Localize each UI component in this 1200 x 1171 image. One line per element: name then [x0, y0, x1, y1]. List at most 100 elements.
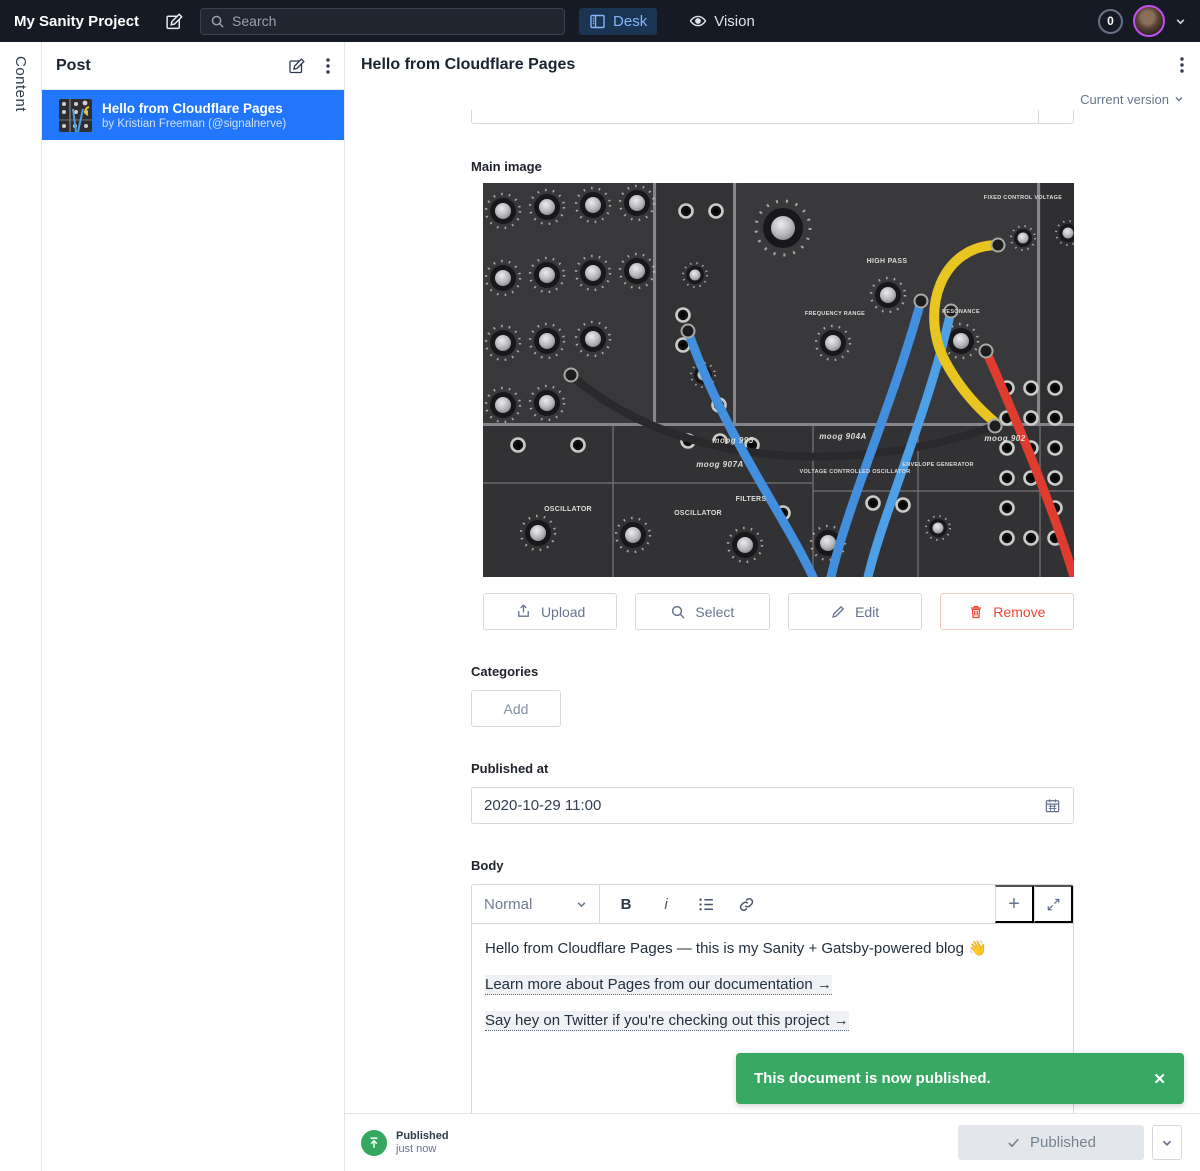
publish-status-title: Published	[396, 1130, 449, 1143]
add-category-button[interactable]: Add	[471, 690, 561, 727]
check-icon	[1006, 1135, 1021, 1150]
bullet-list-icon	[698, 896, 715, 913]
search-bar[interactable]	[200, 8, 565, 35]
upload-button-label: Upload	[541, 604, 585, 620]
body-label: Body	[471, 858, 1074, 873]
tab-desk[interactable]: Desk	[579, 8, 657, 35]
close-icon: ✕	[1153, 1071, 1166, 1088]
remove-button-label: Remove	[993, 604, 1045, 620]
photo-label: OSCILLATOR	[544, 506, 592, 513]
body-link-twitter[interactable]: Say hey on Twitter if you're checking ou…	[485, 1011, 849, 1031]
edit-button-label: Edit	[855, 604, 879, 620]
search-input[interactable]	[232, 13, 555, 29]
photo-label: FIXED CONTROL VOLTAGE	[984, 195, 1062, 201]
document-header: Hello from Cloudflare Pages	[345, 42, 1200, 88]
tab-vision[interactable]: Vision	[679, 7, 765, 35]
link-icon	[738, 896, 755, 913]
slug-generate-cell[interactable]	[1038, 110, 1073, 123]
published-button-label: Published	[1030, 1134, 1096, 1151]
trash-icon	[968, 604, 984, 620]
upload-icon	[515, 603, 532, 620]
main-image-label: Main image	[471, 159, 1074, 174]
photo-label: VOLTAGE CONTROLLED OSCILLATOR	[800, 469, 911, 475]
photo-label: moog 904A	[819, 432, 867, 441]
published-at-input[interactable]	[484, 797, 1044, 814]
style-select-value: Normal	[484, 896, 532, 913]
italic-button[interactable]: i	[646, 885, 686, 923]
bold-button[interactable]: B	[606, 885, 646, 923]
body-editor-content[interactable]: Hello from Cloudflare Pages — this is my…	[472, 924, 1073, 1033]
pencil-icon	[830, 604, 846, 620]
presence-count-badge[interactable]: 0	[1098, 9, 1123, 34]
kebab-menu-icon	[1180, 57, 1184, 73]
document-list-pane: Post Hello from Cloudflare Pages	[42, 42, 345, 1171]
calendar-button[interactable]	[1044, 797, 1061, 814]
compose-icon	[288, 57, 306, 75]
edit-button[interactable]: Edit	[788, 593, 922, 630]
select-button[interactable]: Select	[635, 593, 769, 630]
toast-close-button[interactable]: ✕	[1153, 1069, 1166, 1088]
chevron-down-icon	[1161, 1137, 1173, 1149]
kebab-menu-icon	[326, 58, 330, 74]
chevron-down-icon	[1174, 94, 1184, 104]
compose-icon	[165, 12, 184, 31]
calendar-icon	[1044, 797, 1061, 814]
expand-icon	[1046, 897, 1061, 912]
list-pane-header: Post	[42, 42, 344, 90]
document-footer: Published just now Published	[345, 1113, 1200, 1171]
eye-icon	[689, 12, 707, 30]
upload-button[interactable]: Upload	[483, 593, 617, 630]
new-document-button[interactable]	[165, 12, 184, 31]
publish-status-time: just now	[396, 1143, 449, 1156]
select-button-label: Select	[695, 604, 734, 620]
document-menu-button[interactable]	[1180, 57, 1184, 73]
chevron-down-icon	[576, 899, 587, 910]
paragraph-style-select[interactable]: Normal	[472, 885, 600, 923]
publish-menu-button[interactable]	[1152, 1125, 1182, 1160]
main-image-preview: HIGH PASS FREQUENCY RANGE RESONANCE FIXE…	[483, 183, 1074, 577]
list-item-hello-from-cloudflare-pages[interactable]: Hello from Cloudflare Pages by Kristian …	[42, 90, 344, 140]
publish-status-icon	[361, 1130, 387, 1156]
project-title: My Sanity Project	[14, 13, 139, 30]
published-at-label: Published at	[471, 761, 1074, 776]
publish-success-toast: This document is now published. ✕	[736, 1053, 1184, 1104]
document-title: Hello from Cloudflare Pages	[361, 56, 575, 74]
list-pane-title: Post	[56, 57, 91, 75]
create-post-button[interactable]	[288, 57, 306, 75]
photo-label: moog 907A	[696, 460, 744, 469]
photo-label: moog 995	[712, 436, 753, 445]
version-selector[interactable]: Current version	[345, 88, 1200, 110]
insert-block-button[interactable]: +	[995, 885, 1034, 923]
list-item-subtitle: by Kristian Freeman (@signalnerve)	[102, 117, 286, 131]
categories-label: Categories	[471, 664, 1074, 679]
remove-button[interactable]: Remove	[940, 593, 1074, 630]
chevron-down-icon[interactable]	[1175, 16, 1186, 27]
published-button[interactable]: Published	[958, 1125, 1144, 1160]
slug-field-cutoff[interactable]	[471, 110, 1074, 124]
tab-desk-label: Desk	[613, 13, 647, 30]
user-avatar[interactable]	[1133, 5, 1165, 37]
photo-label: ENVELOPE GENERATOR	[902, 462, 974, 468]
list-pane-menu-button[interactable]	[326, 58, 330, 74]
version-label: Current version	[1080, 92, 1169, 107]
photo-label: FILTERS	[736, 496, 767, 503]
desk-icon	[589, 13, 606, 30]
content-rail-label: Content	[12, 56, 29, 1171]
tab-vision-label: Vision	[714, 13, 755, 30]
photo-label: moog 902	[984, 434, 1025, 443]
top-navbar: My Sanity Project Desk Vision 0	[0, 0, 1200, 42]
link-button[interactable]	[726, 885, 766, 923]
list-item-title: Hello from Cloudflare Pages	[102, 100, 286, 117]
toast-message: This document is now published.	[754, 1070, 991, 1087]
synthesizer-photo: HIGH PASS FREQUENCY RANGE RESONANCE FIXE…	[483, 183, 1074, 577]
fullscreen-button[interactable]	[1034, 885, 1073, 923]
bullet-list-button[interactable]	[686, 885, 726, 923]
list-item-thumbnail	[59, 99, 92, 132]
photo-label: HIGH PASS	[867, 258, 908, 265]
photo-label: OSCILLATOR	[674, 510, 722, 517]
editor-toolbar: Normal B i	[472, 885, 1073, 924]
photo-label: RESONANCE	[942, 309, 980, 315]
document-editor-pane: Hello from Cloudflare Pages Current vers…	[345, 42, 1200, 1171]
body-link-documentation[interactable]: Learn more about Pages from our document…	[485, 975, 832, 995]
content-tool-rail[interactable]: Content	[0, 42, 42, 1171]
